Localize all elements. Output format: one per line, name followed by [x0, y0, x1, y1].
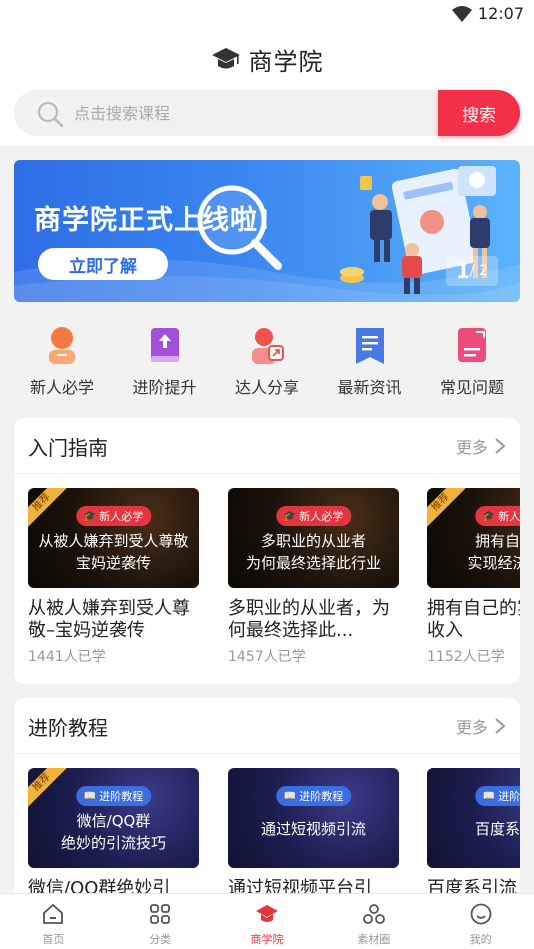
- news-icon: [355, 328, 384, 364]
- tab-label: 素材圈: [357, 933, 391, 946]
- tab-category[interactable]: 分类: [107, 894, 214, 949]
- shortcut-expert-share[interactable]: 达人分享: [219, 322, 315, 408]
- thumbnail-line1: 多职业的从业者: [260, 532, 366, 550]
- banner-cta-button[interactable]: 立即了解: [38, 248, 168, 280]
- course-card[interactable]: 推荐 📖 进阶教程 微信/QQ群 绝妙的引流技巧 微信/QQ群绝妙引: [28, 768, 199, 893]
- section-title: 入门指南: [28, 436, 108, 460]
- recommend-badge: 推荐: [427, 488, 466, 528]
- more-link[interactable]: 更多: [456, 434, 506, 458]
- learned-count: 1457人已学: [228, 649, 306, 665]
- course-thumbnail: 🎓 新人必学 多职业的从业者 为何最终选择此行业: [228, 488, 399, 588]
- course-title: 多职业的从业者，为何最终选择此...: [228, 598, 390, 641]
- page-title: 商学院: [248, 47, 324, 76]
- thumbnail-line2: 绝妙的引流技巧: [60, 834, 166, 852]
- thumbnail-line1: 微信/QQ群: [76, 812, 151, 830]
- tab-label: 首页: [42, 933, 65, 946]
- status-bar: 12:07: [0, 0, 534, 28]
- section-beginner-guide: 入门指南 更多 推荐 🎓 新人必学 从被人嫌弃到受人尊敬 宝妈逆袭传 从被人嫌弃到…: [14, 418, 520, 684]
- course-thumbnail: 📖进阶教程 百度系引流: [427, 768, 520, 868]
- course-tag: 📖进阶教程: [275, 786, 352, 806]
- shortcut-newcomer[interactable]: 新人必学: [14, 322, 110, 408]
- tab-academy[interactable]: 商学院: [214, 894, 321, 949]
- tab-label: 分类: [149, 933, 172, 946]
- course-thumbnail: 📖 进阶教程 通过短视频引流: [228, 768, 399, 868]
- search-bar: 搜索: [14, 90, 520, 136]
- thumbnail-line1: 从被人嫌弃到受人尊敬: [38, 532, 189, 550]
- course-card[interactable]: 🎓 新人必学 多职业的从业者 为何最终选择此行业 多职业的从业者，为何最终选择此.…: [228, 488, 399, 666]
- section-header: 入门指南 更多: [14, 418, 520, 474]
- search-icon: [37, 101, 64, 128]
- learned-count: 1441人已学: [28, 649, 106, 665]
- shortcut-label: 常见问题: [439, 378, 504, 397]
- search-input[interactable]: [74, 98, 424, 128]
- tab-home[interactable]: 首页: [0, 894, 107, 949]
- shortcut-label: 新人必学: [29, 378, 94, 397]
- course-thumbnail: 推荐 📖 进阶教程 微信/QQ群 绝妙的引流技巧: [28, 768, 199, 868]
- promo-banner[interactable]: 商学院正式上线啦! 立即了解 1/ 2: [14, 160, 520, 302]
- material-circle-icon: [362, 904, 385, 924]
- tab-material-circle[interactable]: 素材圈: [320, 894, 427, 949]
- faq-icon: [458, 328, 486, 362]
- category-icon: [150, 904, 171, 924]
- tab-label: 商学院: [250, 933, 284, 946]
- tab-label: 我的: [469, 933, 492, 946]
- recommend-badge: 推荐: [28, 488, 67, 528]
- shortcut-faq[interactable]: 常见问题: [424, 322, 520, 408]
- course-tag: 🎓新人必学: [275, 506, 352, 526]
- bottom-tab-bar: 首页 分类 商学院 素材圈 我的: [0, 893, 534, 949]
- course-title: 拥有自己的实现经济收入: [427, 598, 520, 641]
- tab-profile[interactable]: 我的: [427, 894, 534, 949]
- banner-pager: 1/ 2: [446, 256, 498, 286]
- thumbnail-line1: 拥有自己的: [474, 532, 520, 550]
- home-icon: [43, 903, 64, 924]
- course-title: 百度系引流: [427, 878, 517, 893]
- shortcut-label: 最新资讯: [337, 378, 402, 397]
- course-title: 通过短视频平台引: [228, 878, 372, 893]
- course-thumbnail: 推荐 🎓新人必学 拥有自己的 实现经济收入: [427, 488, 520, 588]
- section-advanced-tutorial: 进阶教程 更多 推荐 📖 进阶教程 微信/QQ群 绝妙的引流技巧 微信/QQ群绝妙…: [14, 698, 520, 893]
- shortcut-label: 进阶提升: [132, 378, 197, 397]
- graduation-cap-icon: [255, 905, 278, 922]
- course-card[interactable]: 推荐 🎓新人必学 拥有自己的 实现经济收入 拥有自己的实现经济收入 1152人已…: [427, 488, 520, 666]
- search-button[interactable]: 搜索: [438, 90, 520, 136]
- chevron-right-icon: [495, 718, 506, 734]
- thumbnail-line2: 宝妈逆袭传: [75, 554, 151, 572]
- course-title: 微信/QQ群绝妙引: [28, 878, 171, 893]
- person-icon: [49, 327, 75, 364]
- course-card[interactable]: 📖 进阶教程 通过短视频引流 通过短视频平台引: [228, 768, 399, 893]
- course-tag: 📖进阶教程: [474, 786, 520, 806]
- profile-icon: [470, 903, 491, 925]
- course-tag: 📖进阶教程: [75, 786, 152, 806]
- status-time: 12:07: [477, 4, 524, 23]
- shortcut-row: 新人必学 进阶提升 达人分享 最新资讯 常见问题: [14, 322, 520, 408]
- shortcut-news[interactable]: 最新资讯: [322, 322, 418, 408]
- course-tag: 🎓新人必学: [474, 506, 520, 526]
- shortcut-advance[interactable]: 进阶提升: [117, 322, 213, 408]
- course-card[interactable]: 推荐 🎓 新人必学 从被人嫌弃到受人尊敬 宝妈逆袭传 从被人嫌弃到受人尊敬–宝妈逆…: [28, 488, 199, 666]
- course-tag: 🎓新人必学: [75, 506, 152, 526]
- thumbnail-line2: 为何最终选择此行业: [245, 554, 381, 572]
- wifi-icon: [452, 6, 472, 22]
- learned-count: 1152人已学: [427, 649, 505, 665]
- thumbnail-line1: 通过短视频引流: [260, 820, 366, 838]
- course-title: 从被人嫌弃到受人尊敬–宝妈逆袭传: [28, 598, 190, 641]
- magnifier-icon: [197, 185, 282, 270]
- book-upgrade-icon: [150, 328, 179, 362]
- graduation-cap-icon: [211, 48, 240, 69]
- page-title-row: 商学院: [0, 42, 534, 76]
- thumbnail-line2: 实现经济收入: [467, 554, 520, 572]
- shortcut-label: 达人分享: [234, 378, 299, 397]
- recommend-badge: 推荐: [28, 768, 67, 808]
- share-user-icon: [252, 328, 284, 364]
- course-card-list: 推荐 📖 进阶教程 微信/QQ群 绝妙的引流技巧 微信/QQ群绝妙引 📖 进阶教程 …: [28, 768, 520, 893]
- section-title: 进阶教程: [28, 716, 108, 740]
- header: 商学院 搜索: [0, 28, 534, 146]
- chevron-right-icon: [495, 438, 506, 454]
- course-card[interactable]: 📖进阶教程 百度系引流 百度系引流: [427, 768, 520, 893]
- thumbnail-line1: 百度系引流: [474, 820, 520, 838]
- section-header: 进阶教程 更多: [14, 698, 520, 754]
- course-card-list: 推荐 🎓 新人必学 从被人嫌弃到受人尊敬 宝妈逆袭传 从被人嫌弃到受人尊敬–宝妈逆…: [28, 488, 520, 678]
- course-thumbnail: 推荐 🎓 新人必学 从被人嫌弃到受人尊敬 宝妈逆袭传: [28, 488, 199, 588]
- more-link[interactable]: 更多: [456, 714, 506, 738]
